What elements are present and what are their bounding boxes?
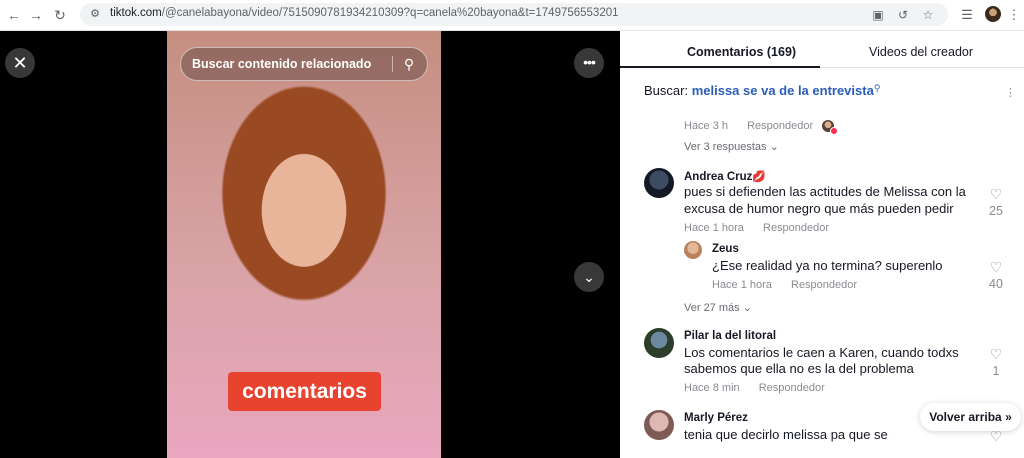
view-more-replies-button[interactable]: Ver 27 más ⌄ [684, 301, 752, 314]
tab-comments[interactable]: Comentarios (169) [687, 45, 796, 59]
search-icon[interactable]: ⚲ [400, 55, 418, 73]
search-small-icon: ⚲ [873, 83, 881, 93]
bookmark-star-icon[interactable]: ☆ [920, 7, 936, 23]
reply-username[interactable]: Zeus [712, 243, 739, 255]
comment-username[interactable]: Pilar la del litoral [684, 330, 776, 342]
video-caption: comentarios [228, 372, 381, 411]
chevron-down-icon[interactable]: ⌄ [574, 262, 604, 292]
comment-text-line: Los comentarios le caen a Karen, cuando … [684, 345, 959, 360]
url-path: /@canelabayona/video/7515090781934210309… [161, 7, 619, 19]
view-more-label: Ver 27 más [684, 302, 740, 314]
view-replies-button[interactable]: Ver 3 respuestas ⌄ [684, 140, 779, 153]
reply-button[interactable]: Respondedor [759, 382, 825, 394]
back-to-top-button[interactable]: Volver arriba » [920, 403, 1021, 431]
related-search-input[interactable]: Buscar contenido relacionado ⚲ [180, 47, 428, 81]
reply-meta: Hace 1 hora Respondedor [712, 279, 873, 291]
active-tab-indicator [620, 66, 820, 68]
back-arrow-icon[interactable]: ← [4, 5, 24, 25]
like-button[interactable]: ♡ 40 [984, 260, 1008, 291]
url-text[interactable]: tiktok.com/@canelabayona/video/751509078… [110, 7, 619, 19]
like-button[interactable]: ♡ 25 [984, 187, 1008, 218]
comment-username[interactable]: Andrea Cruz💋 [684, 170, 766, 183]
reply-time: Hace 1 hora [712, 279, 772, 291]
like-count: 1 [992, 364, 1000, 378]
site-info-icon[interactable]: ⚙ [88, 7, 102, 21]
more-options-icon[interactable]: ••• [574, 48, 604, 78]
close-icon[interactable]: ✕ [5, 48, 35, 78]
heart-icon[interactable]: ♡ [984, 429, 1008, 443]
search-query-link[interactable]: melissa se va de la entrevista [692, 83, 874, 98]
avatar[interactable] [644, 410, 674, 440]
chevron-down-icon: ⌄ [769, 141, 779, 153]
address-bar[interactable]: ⚙ tiktok.com/@canelabayona/video/7515090… [80, 3, 948, 26]
comment-username[interactable]: Marly Pérez [684, 412, 748, 424]
reply-button[interactable]: Respondedor [791, 279, 857, 291]
media-controls-icon[interactable]: ☰ [957, 5, 977, 25]
browser-toolbar: ← → ↻ ⚙ tiktok.com/@canelabayona/video/7… [0, 0, 1024, 31]
install-app-icon[interactable]: ▣ [870, 7, 886, 23]
comment-meta: Hace 1 hora Respondedor [684, 222, 845, 234]
translate-icon[interactable]: ↺ [895, 7, 911, 23]
comment-time: Hace 3 h [684, 120, 729, 132]
comment-time: Hace 1 hora [684, 222, 744, 234]
comment-text-line: tenia que decirlo melissa pa que se [684, 427, 888, 442]
comment-text-line: excusa de humor negro que más pueden ped… [684, 201, 954, 216]
reply-button[interactable]: Respondedor [747, 120, 813, 132]
menu-icon[interactable]: ⋮ [1004, 5, 1024, 25]
chevron-down-icon: ⌄ [742, 302, 752, 314]
related-search-placeholder: Buscar contenido relacionado [192, 57, 372, 71]
forward-arrow-icon[interactable]: → [26, 5, 46, 25]
lips-emoji-icon: 💋 [752, 171, 767, 183]
search-label: Buscar: [644, 83, 689, 98]
comment-time: Hace 8 min [684, 382, 740, 394]
comment-search-suggestion[interactable]: Buscar: melissa se va de la entrevista⚲ [644, 83, 880, 98]
reply-text: ¿Ese realidad ya no termina? superenlo [712, 258, 943, 273]
reload-icon[interactable]: ↻ [50, 5, 70, 25]
like-button[interactable]: ♡ 1 [984, 347, 1008, 378]
double-chevron-up-icon: » [1005, 410, 1012, 424]
heart-icon[interactable]: ♡ [984, 347, 1008, 361]
tab-creator-videos[interactable]: Videos del creador [869, 45, 973, 59]
comment-meta: Hace 3 h Respondedor [684, 120, 829, 132]
like-count: 40 [989, 277, 1003, 291]
avatar[interactable] [644, 168, 674, 198]
avatar[interactable] [644, 328, 674, 358]
heart-icon[interactable]: ♡ [984, 187, 1008, 201]
view-replies-label: Ver 3 respuestas [684, 141, 767, 153]
comment-text-line: sabemos que ella no es la del problema [684, 361, 914, 376]
search-divider [392, 56, 393, 72]
url-host: tiktok.com [110, 7, 162, 19]
comment-text-line: pues si defienden las actitudes de Melis… [684, 184, 966, 199]
scroll-indicator: ⋮ [1005, 87, 1016, 99]
creator-heart-badge [830, 127, 838, 135]
comment-meta: Hace 8 min Respondedor [684, 382, 841, 394]
heart-icon[interactable]: ♡ [984, 260, 1008, 274]
avatar[interactable] [684, 241, 702, 259]
video-player[interactable]: ✕ Buscar contenido relacionado ⚲ ••• ⌄ c… [0, 31, 620, 458]
comments-panel: Comentarios (169) Videos del creador Bus… [620, 31, 1024, 458]
back-to-top-label: Volver arriba [929, 410, 1002, 424]
username-text: Andrea Cruz [684, 171, 753, 183]
profile-avatar[interactable] [985, 6, 1001, 22]
like-button[interactable]: ♡ [984, 429, 1008, 443]
like-count: 25 [989, 204, 1003, 218]
reply-button[interactable]: Respondedor [763, 222, 829, 234]
